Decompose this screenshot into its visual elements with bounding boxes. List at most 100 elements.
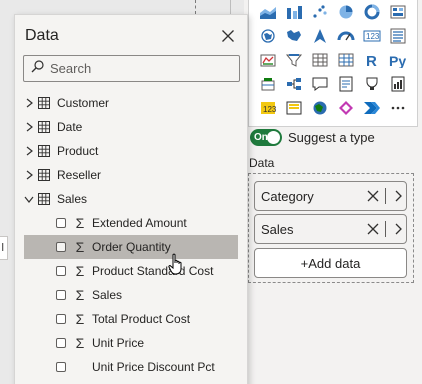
diamond-icon[interactable]	[333, 96, 359, 120]
chevron-down-icon[interactable]	[24, 194, 34, 204]
multi-row-card-icon[interactable]	[255, 48, 281, 72]
slicer-icon[interactable]	[307, 48, 333, 72]
field-label: Extended Amount	[92, 216, 187, 230]
table-icon	[38, 145, 50, 157]
search-input[interactable]	[50, 61, 220, 76]
metrics-icon[interactable]: 123	[255, 96, 281, 120]
toggle-state-label: On	[254, 131, 268, 143]
sigma-icon: Σ	[75, 239, 85, 255]
field-label: Order Quantity	[92, 240, 171, 254]
table-node-product[interactable]: Product	[24, 139, 240, 163]
sigma-icon: Σ	[75, 287, 85, 303]
field-checkbox[interactable]	[56, 266, 66, 276]
data-pane-title: Data	[25, 27, 59, 44]
table-node-date[interactable]: Date	[24, 115, 240, 139]
filled-map-icon[interactable]	[307, 24, 333, 48]
field-well-label: Sales	[261, 221, 294, 237]
table-label: Reseller	[57, 168, 102, 182]
pill-separator	[385, 188, 386, 204]
canvas-guide-line	[195, 0, 196, 14]
chevron-right-icon[interactable]	[24, 122, 34, 132]
field-well-category[interactable]: Category	[254, 181, 407, 211]
chevron-right-icon[interactable]	[24, 170, 34, 180]
table-icon[interactable]	[333, 48, 359, 72]
add-data-button[interactable]: +Add data	[254, 248, 407, 278]
key-influencers-icon[interactable]	[281, 72, 307, 96]
donut-icon[interactable]	[385, 0, 411, 24]
table-node-sales[interactable]: Sales	[24, 187, 240, 211]
sigma-icon: Σ	[75, 215, 85, 231]
table-icon	[38, 121, 50, 133]
edge-tooltip: l	[0, 236, 8, 260]
field-label: Unit Price	[92, 336, 145, 350]
visual-gallery: 123 R Py 123	[248, 0, 418, 127]
arcgis-icon[interactable]	[307, 96, 333, 120]
table-node-reseller[interactable]: Reseller	[24, 163, 240, 187]
kpi-icon[interactable]	[281, 48, 307, 72]
hand-cursor-icon	[167, 253, 187, 277]
field-row[interactable]: Σ Extended Amount	[24, 211, 238, 235]
table-icon	[38, 193, 50, 205]
data-section-heading: Data	[249, 156, 275, 170]
field-row[interactable]: Unit Price Discount Pct	[24, 355, 238, 379]
table-label: Date	[57, 120, 83, 134]
field-checkbox[interactable]	[56, 290, 66, 300]
search-box[interactable]	[23, 55, 240, 82]
power-apps-icon[interactable]	[281, 96, 307, 120]
table-label: Product	[57, 144, 99, 158]
chevron-right-icon[interactable]	[24, 98, 34, 108]
field-row[interactable]: Σ Order Quantity	[24, 235, 238, 259]
python-visual-icon[interactable]	[255, 72, 281, 96]
table-icon	[38, 169, 50, 181]
qa-icon[interactable]	[333, 72, 359, 96]
power-automate-icon[interactable]	[359, 96, 385, 120]
chevron-right-icon[interactable]	[390, 221, 406, 237]
stacked-area-icon[interactable]	[255, 0, 281, 24]
field-checkbox[interactable]	[56, 362, 66, 372]
waterfall-icon[interactable]	[307, 0, 333, 24]
field-row[interactable]: Σ Total Product Cost	[24, 307, 238, 331]
field-label: Product Standard Cost	[92, 264, 214, 278]
narrative-icon[interactable]	[359, 72, 385, 96]
close-icon[interactable]	[219, 27, 237, 45]
gauge-icon[interactable]: 123	[359, 24, 385, 48]
field-checkbox[interactable]	[56, 314, 66, 324]
table-node-customer[interactable]: Customer	[24, 91, 240, 115]
field-row[interactable]: Σ Product Standard Cost	[24, 259, 238, 283]
treemap-icon[interactable]	[255, 24, 281, 48]
decomposition-tree-icon[interactable]	[307, 72, 333, 96]
azure-map-icon[interactable]	[333, 24, 359, 48]
field-well-sales[interactable]: Sales	[254, 214, 407, 244]
paginated-report-icon[interactable]	[385, 72, 411, 96]
field-checkbox[interactable]	[56, 218, 66, 228]
field-label: Sales	[92, 288, 123, 302]
svg-text:123: 123	[263, 105, 277, 114]
pill-separator	[385, 221, 386, 237]
suggest-type-toggle[interactable]: On	[250, 128, 282, 146]
canvas-border-line	[230, 0, 231, 14]
visual-icons-grid: 123 R Py 123	[255, 0, 415, 120]
matrix-icon[interactable]: R	[359, 48, 385, 72]
field-well-label: Category	[261, 188, 314, 204]
field-checkbox[interactable]	[56, 242, 66, 252]
chevron-right-icon[interactable]	[390, 188, 406, 204]
card-icon[interactable]	[385, 24, 411, 48]
report-canvas: 123 R Py 123 On Suggest a type Data Categor…	[0, 0, 422, 384]
scatter-icon[interactable]	[333, 0, 359, 24]
field-row[interactable]: Σ Sales	[24, 283, 238, 307]
pie-icon[interactable]	[359, 0, 385, 24]
r-visual-icon[interactable]: Py	[385, 48, 411, 72]
remove-field-icon[interactable]	[365, 188, 381, 204]
svg-text:123: 123	[366, 32, 380, 41]
ribbon-chart-icon[interactable]	[281, 0, 307, 24]
remove-field-icon[interactable]	[365, 221, 381, 237]
more-visuals-icon[interactable]	[385, 96, 411, 120]
sigma-icon: Σ	[75, 263, 85, 279]
field-checkbox[interactable]	[56, 338, 66, 348]
field-label: Total Product Cost	[92, 312, 191, 326]
field-label: Unit Price Discount Pct	[92, 360, 215, 374]
toggle-knob	[267, 130, 280, 144]
chevron-right-icon[interactable]	[24, 146, 34, 156]
map-icon[interactable]	[281, 24, 307, 48]
field-row[interactable]: Σ Unit Price	[24, 331, 238, 355]
